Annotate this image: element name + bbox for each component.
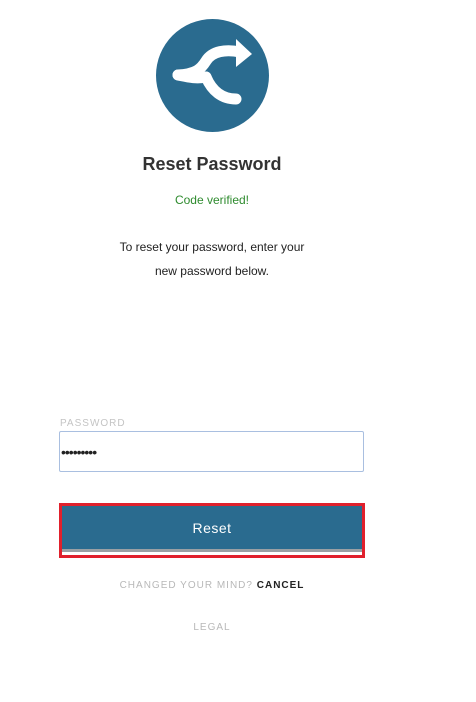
status-message: Code verified!	[174, 193, 250, 207]
instructions: To reset your password, enter your new p…	[110, 235, 314, 283]
instructions-line-2: new password below.	[154, 264, 270, 278]
reset-button[interactable]: Reset	[62, 506, 362, 552]
instructions-line-1: To reset your password, enter your	[119, 240, 305, 254]
split-arrow-logo-icon	[172, 39, 252, 105]
page-title: Reset Password	[142, 154, 282, 174]
change-mind-text: CHANGED YOUR MIND?	[119, 580, 253, 591]
legal-link[interactable]: LEGAL	[0, 622, 424, 633]
cancel-link[interactable]: CANCEL	[257, 580, 305, 591]
change-mind-row: CHANGED YOUR MIND? CANCEL	[0, 580, 424, 591]
password-input[interactable]	[59, 431, 364, 472]
logo	[156, 19, 269, 132]
password-label: PASSWORD	[60, 418, 126, 429]
